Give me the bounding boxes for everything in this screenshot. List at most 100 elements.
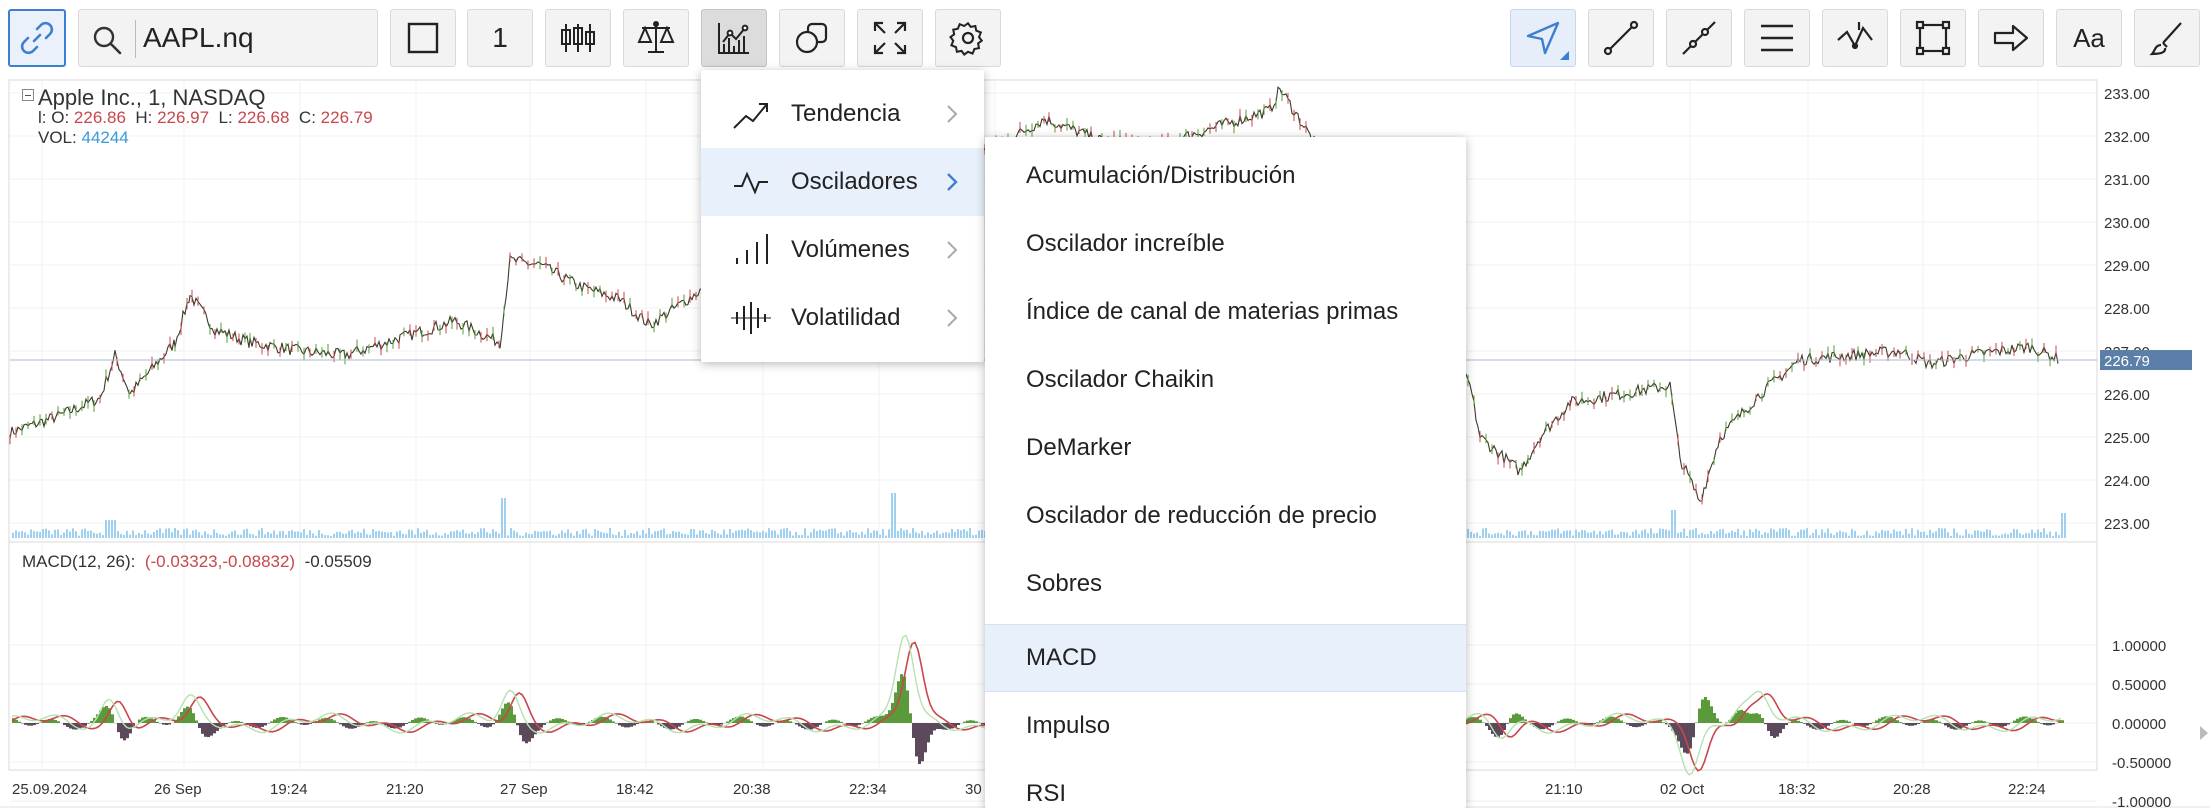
volume-bar (2031, 529, 2033, 538)
volume-bar (1998, 535, 2000, 538)
volume-bar (672, 531, 674, 538)
pattern-tool-button[interactable] (1822, 9, 1888, 67)
volume-bar (369, 534, 371, 538)
volume-bar (1746, 535, 1748, 538)
volume-bar (654, 531, 656, 538)
chevron-right-icon (947, 241, 958, 259)
volume-bar (1620, 531, 1622, 538)
volume-bar (270, 533, 272, 538)
polyline-tool-button[interactable] (1666, 9, 1732, 67)
volume-bar (1617, 534, 1619, 538)
submenu-item-indice-canal-materias-primas[interactable]: Índice de canal de materias primas (985, 278, 1466, 346)
volume-bar (1806, 528, 1808, 538)
volume-bar (552, 534, 554, 538)
macd-histogram-bar (1692, 723, 1695, 738)
volume-bar (249, 533, 251, 538)
volume-bar (60, 534, 62, 538)
menu-item-volumenes[interactable]: Volúmenes (701, 216, 984, 284)
volume-bar (1740, 535, 1742, 538)
macd-histogram-bar (1917, 723, 1920, 724)
volume-bar (180, 534, 182, 538)
submenu-item-oscilador-chaikin[interactable]: Oscilador Chaikin (985, 346, 1466, 414)
macd-histogram-bar (399, 723, 402, 728)
macd-histogram-bar (621, 723, 624, 727)
rectangle-tool-button[interactable] (1900, 9, 1966, 67)
candlestick-icon (561, 24, 595, 52)
chart-layout-button[interactable] (390, 9, 456, 67)
volume-bar (1923, 531, 1925, 538)
volume-bar (231, 531, 233, 538)
submenu-item-demarker[interactable]: DeMarker (985, 414, 1466, 482)
volume-bar (234, 530, 236, 538)
volume-bar (1881, 529, 1883, 538)
volume-bar (549, 530, 551, 538)
volume-bar (225, 535, 227, 538)
submenu-item-sobres[interactable]: Sobres (985, 550, 1466, 618)
volume-bar (165, 528, 167, 538)
text-tool-button[interactable]: Aa (2056, 9, 2122, 67)
volume-bar (1773, 529, 1775, 538)
macd-histogram-bar (933, 723, 936, 731)
macd-histogram-bar (525, 723, 528, 744)
volume-bar (966, 531, 968, 538)
macd-histogram-bar (408, 721, 411, 723)
submenu-item-macd[interactable]: MACD (985, 624, 1466, 692)
macd-histogram-bar (555, 718, 558, 723)
menu-item-volatilidad[interactable]: Volatilidad (701, 284, 984, 352)
volume-bar (1821, 529, 1823, 538)
macd-histogram-bar (615, 723, 618, 724)
volume-bar (627, 535, 629, 538)
time-axis-label: 21:10 (1545, 781, 1583, 798)
submenu-item-oscilador-reduccion-precio[interactable]: Oscilador de reducción de precio (985, 482, 1466, 550)
volume-bar (27, 534, 29, 538)
volume-bar (375, 531, 377, 538)
symbol-input[interactable] (143, 18, 363, 58)
settings-button[interactable] (935, 9, 1001, 67)
compare-button[interactable] (623, 9, 689, 67)
volume-bar (621, 535, 623, 538)
macd-histogram-bar (558, 718, 561, 723)
macd-histogram-bar (309, 723, 312, 724)
menu-item-tendencia[interactable]: Tendencia (701, 80, 984, 148)
submenu-item-acumulacion-distribucion[interactable]: Acumulación/Distribución (985, 142, 1466, 210)
volume-bar (1650, 528, 1652, 538)
volume-bar (1803, 529, 1805, 538)
macd-histogram-bar (609, 719, 612, 723)
macd-histogram-bar (468, 718, 471, 723)
volume-bar (528, 534, 530, 538)
volume-bar (261, 528, 263, 538)
menu-item-osciladores[interactable]: Osciladores (701, 148, 984, 216)
interval-button[interactable]: 1 (467, 9, 533, 67)
volume-bar (1878, 533, 1880, 538)
scroll-right-arrow-icon[interactable] (2198, 718, 2210, 748)
volume-bar (1590, 532, 1592, 538)
macd-histogram-bar (519, 723, 522, 736)
indicators-button[interactable] (701, 9, 767, 67)
square-icon (407, 22, 439, 54)
submenu-item-impulso[interactable]: Impulso (985, 692, 1466, 760)
cursor-tool-button[interactable] (1510, 9, 1576, 67)
fibonacci-tool-button[interactable] (1744, 9, 1810, 67)
volume-bar (348, 530, 350, 538)
macd-histogram-bar (963, 721, 966, 723)
fullscreen-button[interactable] (857, 9, 923, 67)
macd-histogram-bar (294, 722, 297, 723)
volume-bar (1680, 532, 1682, 538)
shapes-button[interactable] (779, 9, 845, 67)
brush-tool-button[interactable] (2134, 9, 2200, 67)
macd-histogram-bar (768, 723, 771, 726)
link-button[interactable] (8, 9, 66, 67)
volume-bar (738, 530, 740, 538)
submenu-item-rsi[interactable]: RSI (985, 760, 1466, 808)
macd-histogram-bar (1551, 723, 1554, 726)
trend-line-tool-button[interactable] (1588, 9, 1654, 67)
macd-histogram-bar (1557, 721, 1560, 723)
volume-bar (678, 531, 680, 538)
volume-bar (1587, 532, 1589, 538)
chart-type-button[interactable] (545, 9, 611, 67)
volume-bar (903, 530, 905, 538)
submenu-item-oscilador-increible[interactable]: Oscilador increíble (985, 210, 1466, 278)
arrow-tool-button[interactable] (1978, 9, 2044, 67)
symbol-search[interactable] (78, 9, 378, 67)
macd-histogram-bar (1854, 723, 1857, 725)
